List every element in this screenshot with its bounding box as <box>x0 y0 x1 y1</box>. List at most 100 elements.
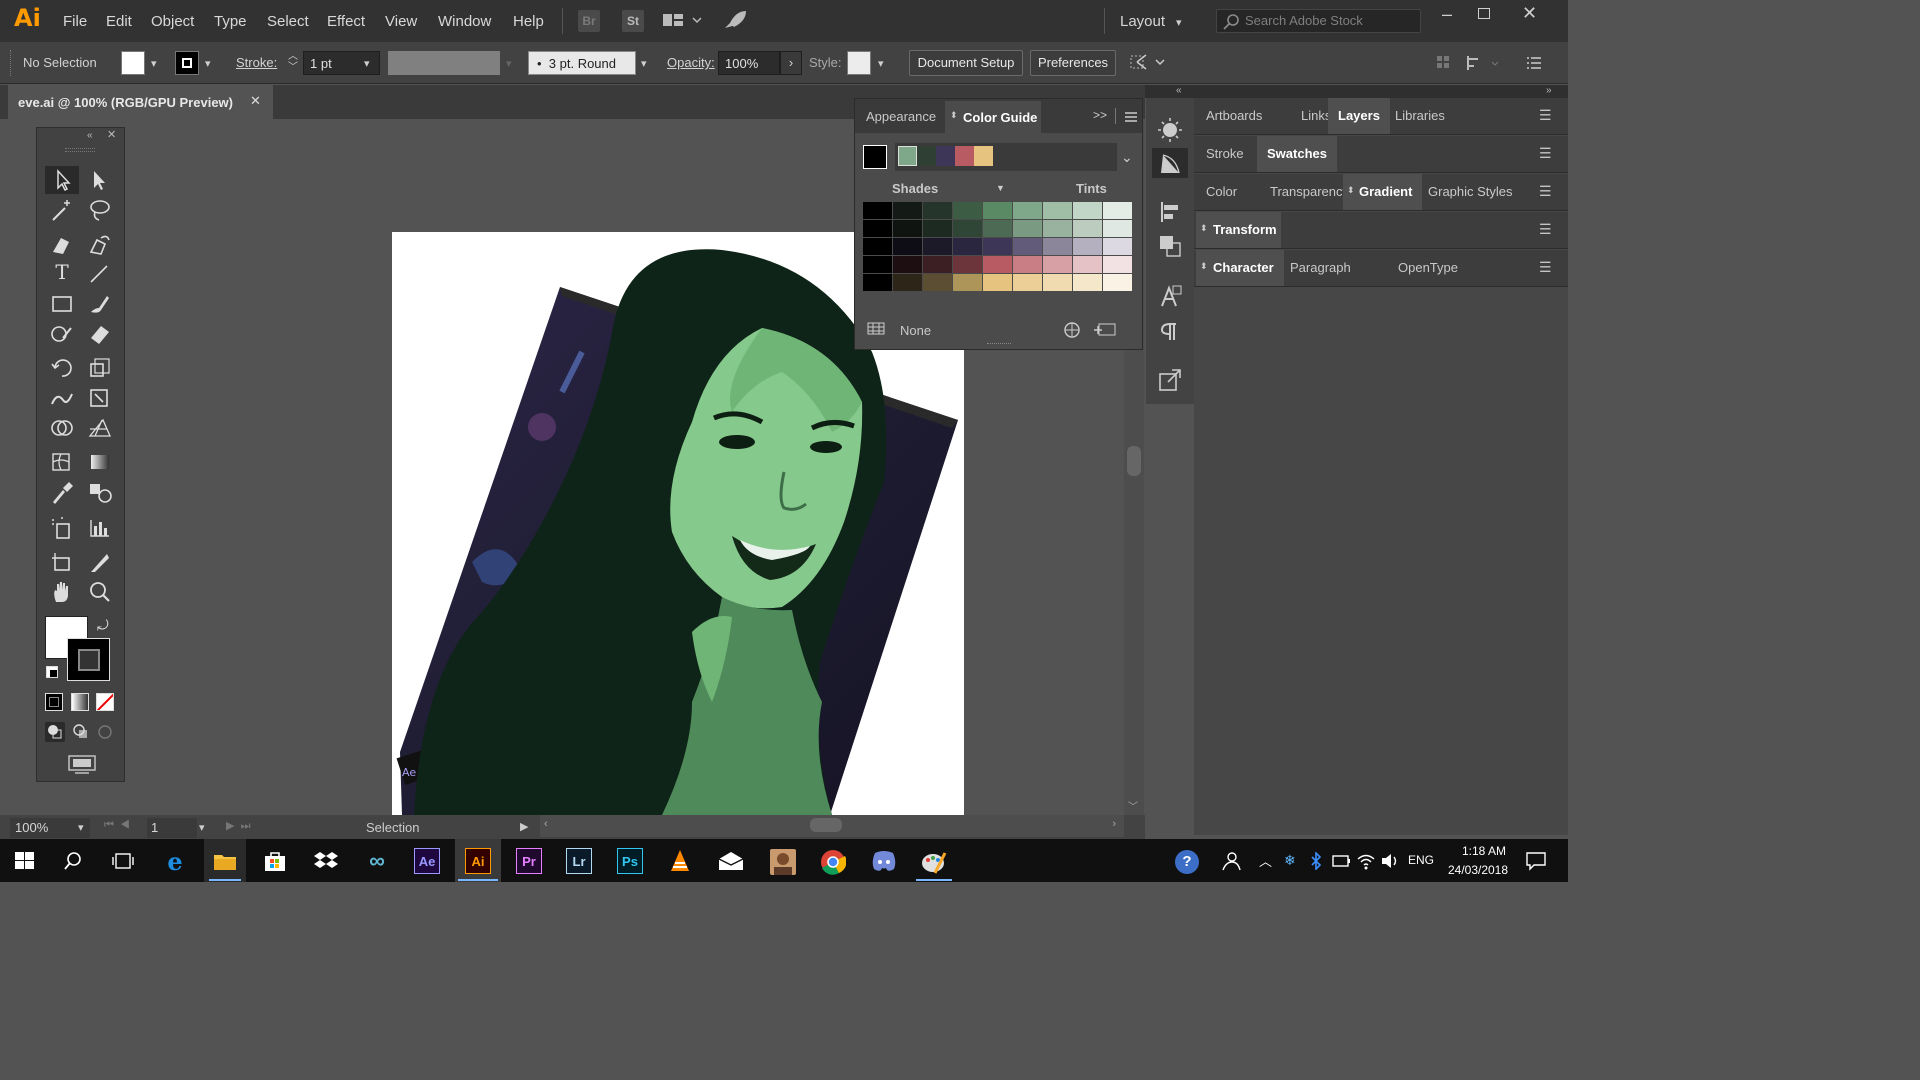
illustrator-taskbar-icon[interactable]: Ai <box>465 848 491 874</box>
variation-swatch[interactable] <box>983 238 1012 255</box>
collapse-panel-icon[interactable]: >> <box>1093 108 1107 122</box>
warp-tool-icon[interactable] <box>47 384 77 415</box>
color-mode-icon[interactable] <box>45 693 63 711</box>
character-styles-icon[interactable] <box>1156 282 1184 313</box>
minimize-button[interactable]: – <box>1442 4 1452 25</box>
default-colors-icon[interactable] <box>46 666 58 678</box>
variation-swatch[interactable] <box>863 238 892 255</box>
preferences-button[interactable]: Preferences <box>1030 50 1116 76</box>
wifi-icon[interactable] <box>1356 852 1376 873</box>
draw-inside-icon[interactable] <box>95 722 115 745</box>
variation-dropdown-icon[interactable]: ▼ <box>996 183 1005 193</box>
variation-swatch[interactable] <box>1043 238 1072 255</box>
variation-swatch[interactable] <box>1103 220 1132 237</box>
paint-app-icon[interactable] <box>921 849 947 878</box>
menu-file[interactable]: File <box>63 13 87 30</box>
panel-menu-icon[interactable]: ☰ <box>1539 259 1552 276</box>
variation-swatch[interactable] <box>1103 274 1132 291</box>
opacity-field[interactable]: 100% <box>718 51 780 75</box>
clock-date[interactable]: 24/03/2018 <box>1438 863 1518 877</box>
scale-tool-icon[interactable] <box>85 354 115 385</box>
variation-swatch[interactable] <box>1073 256 1102 273</box>
first-artboard-icon[interactable]: ⏮ ◀ <box>104 819 130 832</box>
rectangle-tool-icon[interactable] <box>47 290 77 321</box>
hand-tool-icon[interactable] <box>47 578 77 609</box>
variation-swatch[interactable] <box>893 256 922 273</box>
variation-swatch[interactable] <box>1013 256 1042 273</box>
type-tool-icon[interactable]: T <box>47 260 77 284</box>
export-icon[interactable] <box>1156 366 1184 397</box>
panel-menu-icon[interactable]: ☰ <box>1539 183 1552 200</box>
vlc-icon[interactable] <box>668 849 692 876</box>
variation-swatch[interactable] <box>1073 274 1102 291</box>
stroke-label[interactable]: Stroke: <box>236 55 277 70</box>
symbol-sprayer-tool-icon[interactable] <box>47 514 77 545</box>
profile-dropdown-icon[interactable]: ▾ <box>506 57 512 70</box>
chrome-icon[interactable] <box>820 849 847 878</box>
brush-dropdown-icon[interactable]: ▾ <box>641 57 647 70</box>
lightroom-icon[interactable]: Lr <box>566 848 592 874</box>
align-icon[interactable] <box>1436 54 1540 77</box>
last-artboard-icon[interactable]: ▶ ⏭ <box>226 819 250 833</box>
variation-swatch[interactable] <box>923 274 952 291</box>
variation-swatch[interactable] <box>1043 220 1072 237</box>
variation-swatch[interactable] <box>953 238 982 255</box>
fill-dropdown-icon[interactable]: ▾ <box>151 57 157 70</box>
variation-swatch[interactable] <box>1043 202 1072 219</box>
zoom-dropdown-icon[interactable]: ▾ <box>78 821 84 834</box>
collapse-toolbox-icon[interactable]: « <box>87 130 93 141</box>
menu-select[interactable]: Select <box>267 13 309 30</box>
stroke-stepper-icon[interactable]: ︿ ﹀ <box>288 51 298 73</box>
draw-normal-icon[interactable] <box>45 722 65 742</box>
rotate-tool-icon[interactable] <box>47 354 77 385</box>
variation-swatch[interactable] <box>983 220 1012 237</box>
graphic-style-swatch[interactable] <box>847 51 871 75</box>
mesh-tool-icon[interactable] <box>47 448 77 479</box>
panel-menu-icon[interactable]: ☰ <box>1539 221 1552 238</box>
action-center-icon[interactable] <box>1526 851 1546 874</box>
curvature-tool-icon[interactable] <box>85 230 115 261</box>
task-view-icon[interactable] <box>112 852 134 873</box>
clock-time[interactable]: 1:18 AM <box>1444 844 1524 858</box>
rocket-icon[interactable] <box>722 9 748 34</box>
chevron-down-icon[interactable]: ▾ <box>1176 16 1182 29</box>
none-mode-icon[interactable] <box>96 693 114 711</box>
pen-tool-icon[interactable] <box>47 230 77 261</box>
tab-stroke[interactable]: Stroke <box>1196 136 1254 172</box>
file-explorer-icon[interactable] <box>213 851 237 874</box>
variation-swatch[interactable] <box>863 202 892 219</box>
help-icon[interactable]: ? <box>1175 850 1199 874</box>
resize-grip[interactable] <box>987 343 1011 347</box>
variation-swatch[interactable] <box>1073 238 1102 255</box>
variation-swatch[interactable] <box>953 202 982 219</box>
panel-menu-icon[interactable]: ☰ <box>1539 107 1552 124</box>
menu-edit[interactable]: Edit <box>106 13 132 30</box>
style-dropdown-icon[interactable]: ▾ <box>878 57 884 70</box>
close-toolbox-icon[interactable]: ✕ <box>107 128 116 141</box>
swap-fill-stroke-icon[interactable]: ⤾ <box>97 617 109 634</box>
variation-swatch[interactable] <box>1103 238 1132 255</box>
tab-appearance[interactable]: Appearance <box>866 109 936 124</box>
variation-swatch[interactable] <box>1043 274 1072 291</box>
slice-tool-icon[interactable] <box>85 548 115 579</box>
bridge-button[interactable]: Br <box>578 10 600 32</box>
artboard-number-field[interactable]: 1 <box>147 818 197 838</box>
volume-icon[interactable] <box>1380 852 1400 873</box>
dropbox-icon[interactable] <box>313 850 339 875</box>
variation-swatch[interactable] <box>1073 220 1102 237</box>
tab-opentype[interactable]: OpenType <box>1388 250 1468 286</box>
stock-button[interactable]: St <box>622 10 644 32</box>
harmony-swatch[interactable] <box>974 146 993 166</box>
panel-menu-icon[interactable] <box>1124 111 1138 126</box>
battery-icon[interactable] <box>1332 854 1352 871</box>
variation-swatch[interactable] <box>1013 274 1042 291</box>
photoshop-icon[interactable]: Ps <box>617 848 643 874</box>
perspective-grid-tool-icon[interactable] <box>85 414 115 445</box>
variation-swatch[interactable] <box>1013 238 1042 255</box>
stroke-color-box[interactable] <box>67 638 110 681</box>
draw-behind-icon[interactable] <box>71 722 91 745</box>
tab-color[interactable]: Color <box>1196 174 1247 210</box>
tab-character[interactable]: Character <box>1196 250 1284 286</box>
mail-icon[interactable] <box>718 851 744 874</box>
paintbrush-tool-icon[interactable] <box>85 290 115 321</box>
